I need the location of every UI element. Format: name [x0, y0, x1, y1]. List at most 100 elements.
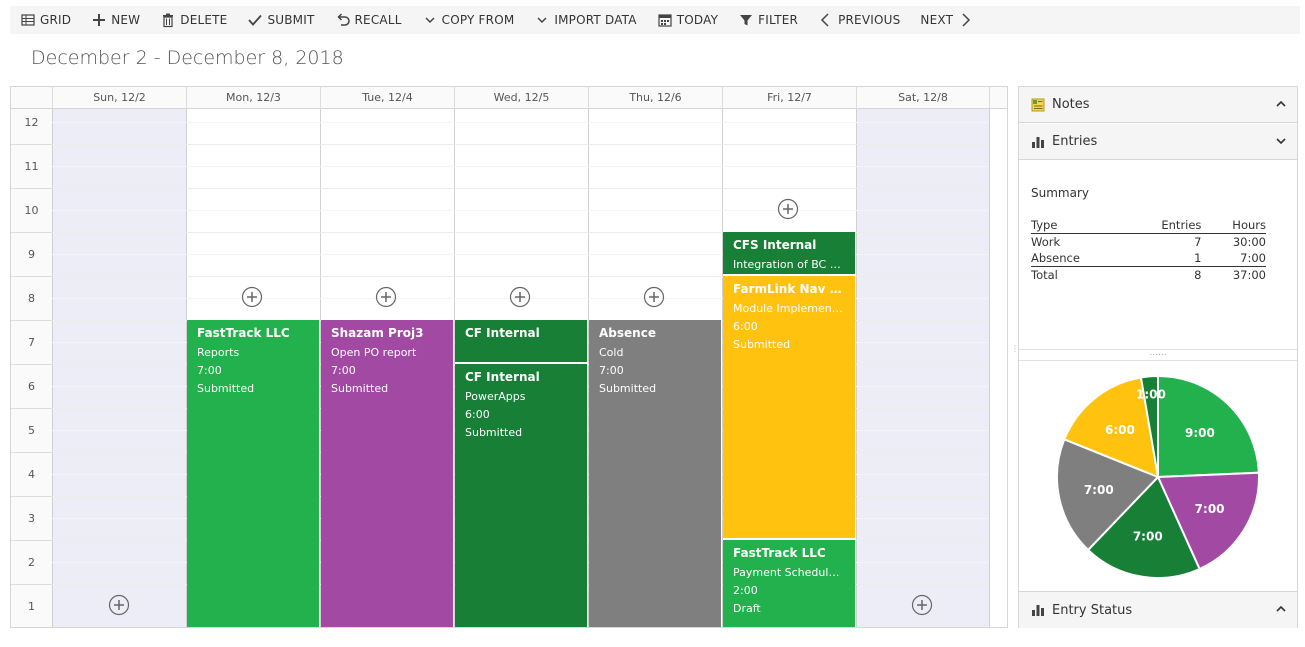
notes-title: Notes — [1052, 97, 1090, 112]
hour-label: 4 — [28, 468, 35, 481]
entries-section-header[interactable]: Entries — [1019, 124, 1297, 160]
copy-from-button[interactable]: COPY FROM — [412, 6, 525, 34]
submit-button[interactable]: SUBMIT — [237, 6, 324, 34]
entry-title: FarmLink Nav Impl... — [733, 282, 845, 296]
side-panel: Notes Entries Summary Type Entries Hours… — [1018, 86, 1298, 628]
section-resize-handle[interactable]: ...... — [1019, 349, 1297, 361]
entry-description: Payment Schedule Re... — [733, 566, 845, 579]
filter-button[interactable]: FILTER — [728, 6, 808, 34]
hour-label: 3 — [28, 512, 35, 525]
entries-title: Entries — [1052, 134, 1098, 149]
entry-title: Shazam Proj3 — [331, 326, 424, 340]
hour-label: 7 — [28, 336, 35, 349]
recall-button[interactable]: RECALL — [325, 6, 412, 34]
pie-slice-label: 6:00 — [1105, 423, 1135, 437]
hour-label: 12 — [24, 116, 39, 129]
entry-description: Integration of BC to ... — [733, 258, 845, 271]
toolbar: GRID NEW DELETE SUBMIT RECALL COPY FROM … — [10, 6, 1300, 34]
day-header-thu: Thu, 12/6 — [588, 87, 722, 109]
next-label: NEXT — [920, 13, 954, 27]
cell-hours: 30:00 — [1232, 235, 1266, 249]
pie-slice-label: 7:00 — [1084, 483, 1114, 497]
entry-fri-farmlink[interactable]: FarmLink Nav Impl... Module Implementati… — [723, 276, 855, 538]
day-column-sun[interactable] — [52, 109, 186, 627]
pie-slice-label: 1:00 — [1136, 387, 1166, 401]
hour-label: 5 — [28, 424, 35, 437]
entry-status-section-header[interactable]: Entry Status — [1019, 591, 1297, 628]
entry-status: Submitted — [733, 338, 791, 351]
next-button[interactable]: NEXT — [910, 6, 983, 34]
plus-icon — [91, 12, 107, 28]
hours-pie-chart: 9:00 7:00 7:00 7:00 6:00 1:00 — [1055, 374, 1261, 580]
add-entry-thu-button[interactable] — [643, 286, 665, 308]
cell-hours: 37:00 — [1201, 266, 1266, 283]
entry-tue-shazam[interactable]: Shazam Proj3 Open PO report 7:00 Submitt… — [321, 320, 453, 627]
calendar-header: Sun, 12/2 Mon, 12/3 Tue, 12/4 Wed, 12/5 … — [11, 87, 1007, 109]
entry-title: CF Internal — [465, 370, 540, 384]
cell-hours: 7:00 — [1240, 251, 1266, 265]
add-entry-tue-button[interactable] — [375, 286, 397, 308]
entry-mon-fasttrack[interactable]: FastTrack LLC Reports 7:00 Submitted — [187, 320, 319, 627]
entry-description: Open PO report — [331, 346, 417, 359]
add-entry-sat-button[interactable] — [911, 594, 933, 616]
undo-icon — [335, 12, 351, 28]
entry-wed-cf-internal-1[interactable]: CF Internal — [455, 320, 587, 362]
day-header-sat: Sat, 12/8 — [856, 87, 989, 109]
delete-label: DELETE — [180, 13, 228, 27]
grid-icon — [20, 12, 36, 28]
new-button[interactable]: NEW — [81, 6, 150, 34]
day-header-tue: Tue, 12/4 — [320, 87, 454, 109]
bar-chart-icon — [1029, 601, 1047, 619]
notes-section-header[interactable]: Notes — [1019, 87, 1297, 123]
copy-from-label: COPY FROM — [441, 13, 515, 27]
new-label: NEW — [111, 13, 141, 27]
add-entry-mon-button[interactable] — [241, 286, 263, 308]
total-row: Total 8 37:00 — [1031, 266, 1266, 283]
day-header-wed: Wed, 12/5 — [454, 87, 588, 109]
grid-button[interactable]: GRID — [10, 6, 81, 34]
day-column-sat[interactable] — [856, 109, 989, 627]
chevron-up-icon — [1275, 603, 1287, 615]
entry-status: Submitted — [197, 382, 255, 395]
cell-entries: 7 — [1194, 235, 1202, 249]
pie-slice-label: 9:00 — [1185, 426, 1215, 440]
cell-type: Total — [1031, 266, 1125, 283]
day-header-sun: Sun, 12/2 — [52, 87, 186, 109]
entry-description: Cold — [599, 346, 624, 359]
hour-label: 11 — [24, 160, 39, 173]
bar-chart-icon — [1029, 133, 1047, 151]
pie-slice-label: 7:00 — [1195, 502, 1225, 516]
entry-status-title: Entry Status — [1052, 602, 1133, 618]
panel-splitter[interactable]: ⋮ — [1011, 345, 1019, 366]
entry-thu-absence[interactable]: Absence Cold 7:00 Submitted — [589, 320, 721, 627]
chevron-down-icon — [534, 12, 550, 28]
entry-fri-fasttrack[interactable]: FastTrack LLC Payment Schedule Re... 2:0… — [723, 540, 855, 627]
summary-table: Type Entries Hours Work 7 30:00 Absence … — [1031, 217, 1266, 283]
week-calendar: Sun, 12/2 Mon, 12/3 Tue, 12/4 Wed, 12/5 … — [10, 86, 1008, 628]
entry-title: CF Internal — [465, 326, 540, 340]
entry-hours: 7:00 — [197, 364, 222, 377]
entry-status: Submitted — [599, 382, 657, 395]
entry-description: Module Implementati... — [733, 302, 845, 315]
previous-button[interactable]: PREVIOUS — [808, 6, 910, 34]
pie-svg: 9:00 7:00 7:00 7:00 6:00 1:00 — [1056, 374, 1260, 579]
add-entry-fri-button[interactable] — [777, 198, 799, 220]
entry-hours: 7:00 — [599, 364, 624, 377]
entry-status: Submitted — [465, 426, 523, 439]
previous-label: PREVIOUS — [838, 13, 901, 27]
pie-slice-label: 7:00 — [1133, 530, 1163, 544]
hour-label: 1 — [28, 600, 35, 613]
add-entry-wed-button[interactable] — [509, 286, 531, 308]
summary-header-row: Type Entries Hours — [1031, 217, 1266, 234]
add-entry-sun-button[interactable] — [108, 594, 130, 616]
today-button[interactable]: TODAY — [647, 6, 728, 34]
scroll-spacer — [989, 87, 1007, 109]
hour-label: 8 — [28, 292, 35, 305]
scroll-track — [989, 109, 1007, 627]
entry-wed-cf-internal-2[interactable]: CF Internal PowerApps 6:00 Submitted — [455, 364, 587, 627]
filter-label: FILTER — [758, 13, 799, 27]
import-data-button[interactable]: IMPORT DATA — [524, 6, 646, 34]
entry-fri-cfs-internal[interactable]: CFS Internal Integration of BC to ... — [723, 232, 855, 274]
hour-label: 2 — [28, 556, 35, 569]
delete-button[interactable]: DELETE — [150, 6, 237, 34]
